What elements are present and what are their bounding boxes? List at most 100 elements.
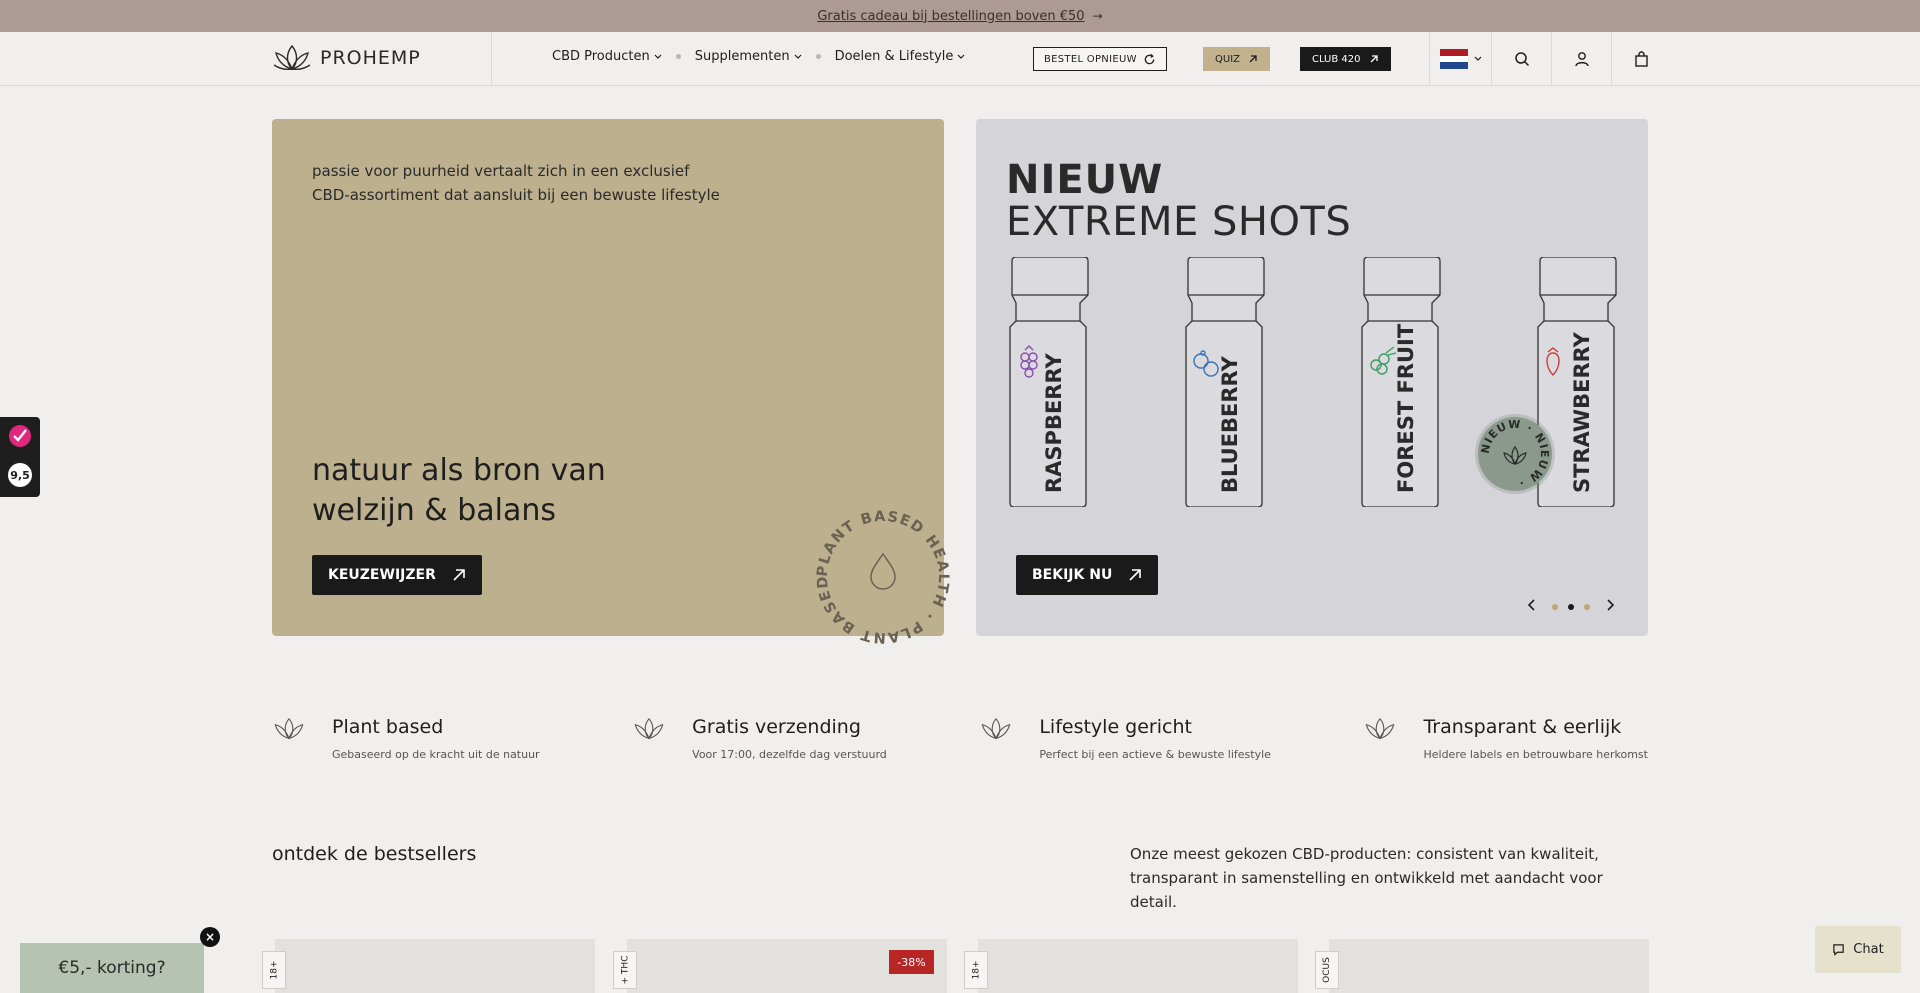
usp-plant-based: Plant based Gebaseerd op de kracht uit d… xyxy=(272,716,540,761)
bestsellers-description: Onze meest gekozen CBD-producten: consis… xyxy=(1130,845,1603,911)
focus-tag-label: OCUS xyxy=(1322,957,1333,983)
hero-banner-right: NIEUW EXTREME SHOTS RASPBERRY BLUEBERRY … xyxy=(976,119,1648,636)
logo-text: PROHEMP xyxy=(320,47,421,69)
discount-promo-button[interactable]: €5,- korting? xyxy=(20,943,204,993)
promo-title-new: NIEUW xyxy=(1006,157,1164,203)
club-label: CLUB 420 xyxy=(1312,53,1361,65)
arrow-up-right-icon xyxy=(1370,55,1378,63)
nav-separator xyxy=(815,54,821,59)
usp-title: Lifestyle gericht xyxy=(1039,716,1192,738)
arrow-up-right-icon xyxy=(1129,569,1142,581)
promo-title-product: EXTREME SHOTS xyxy=(1006,199,1352,245)
bottle-label-blueberry: BLUEBERRY xyxy=(1218,355,1242,493)
product-card[interactable] xyxy=(1329,939,1649,993)
usp-subtitle: Gebaseerd op de kracht uit de natuur xyxy=(332,748,540,761)
bekijk-nu-button[interactable]: BEKIJK NU xyxy=(1016,555,1159,595)
announcement-bar: Gratis cadeau bij bestellingen boven €50… xyxy=(0,0,1920,32)
chevron-right-icon[interactable] xyxy=(1600,599,1620,615)
reorder-label: BESTEL OPNIEUW xyxy=(1044,53,1137,65)
usp-transparant-eerlijk: Transparant & eerlijk Heldere labels en … xyxy=(1363,716,1648,761)
logo[interactable]: PROHEMP xyxy=(272,43,421,73)
usp-subtitle: Heldere labels en betrouwbare herkomst xyxy=(1423,748,1648,761)
age-tag: 18+ xyxy=(262,951,286,989)
chevron-down-icon xyxy=(654,54,662,59)
nav-label: CBD Producten xyxy=(552,49,650,64)
nav-item-cbd-producten[interactable]: CBD Producten xyxy=(552,49,662,64)
search-button[interactable] xyxy=(1491,32,1551,86)
thc-tag-label: + THC xyxy=(620,955,631,985)
lotus-icon xyxy=(1366,717,1395,740)
focus-tag: OCUS xyxy=(1315,951,1339,989)
site-header: PROHEMP CBD Producten Supplementen Doele… xyxy=(0,32,1920,86)
lotus-icon xyxy=(634,717,664,740)
usp-row: Plant based Gebaseerd op de kracht uit d… xyxy=(272,716,1648,761)
product-card[interactable] xyxy=(978,939,1298,993)
drop-icon xyxy=(870,552,896,590)
thc-tag: + THC xyxy=(613,951,637,989)
chat-bubble-icon xyxy=(1833,944,1845,956)
nav-item-supplementen[interactable]: Supplementen xyxy=(695,49,802,64)
review-check-icon xyxy=(9,425,31,447)
lotus-icon xyxy=(274,717,304,740)
bottle-label-forest-fruit: FOREST FRUIT xyxy=(1394,323,1418,493)
carousel-dot[interactable] xyxy=(1584,604,1590,610)
arrow-right-icon: → xyxy=(1092,9,1103,23)
age-tag-label: 18+ xyxy=(269,960,279,980)
language-selector[interactable] xyxy=(1429,32,1491,86)
nav-separator xyxy=(675,54,681,59)
usp-title: Gratis verzending xyxy=(692,716,861,738)
usp-subtitle: Perfect bij een actieve & bewuste lifest… xyxy=(1039,748,1271,761)
reorder-button[interactable]: BESTEL OPNIEUW xyxy=(1033,47,1167,71)
carousel-controls xyxy=(1522,599,1620,615)
review-widget[interactable]: 9,5 xyxy=(0,417,40,497)
bekijk-nu-label: BEKIJK NU xyxy=(1032,567,1113,583)
badge-text: PLANT BASED HEALTH · PLANT BASED HEALTH … xyxy=(810,504,950,645)
account-icon xyxy=(1574,52,1589,67)
quiz-label: QUIZ xyxy=(1215,53,1240,65)
svg-text:PLANT BASED HEALTH · PLANT BAS: PLANT BASED HEALTH · PLANT BASED HEALTH … xyxy=(810,504,951,645)
review-score: 9,5 xyxy=(8,463,32,487)
carousel-dot-active[interactable] xyxy=(1568,604,1574,610)
chevron-down-icon xyxy=(1474,56,1481,61)
extreme-shots-bottles: RASPBERRY BLUEBERRY FOREST FRUIT STRAWBE… xyxy=(1009,257,1617,507)
carousel-dot[interactable] xyxy=(1552,604,1558,610)
nav-label: Supplementen xyxy=(694,49,790,64)
chat-label: Chat xyxy=(1853,942,1884,957)
usp-gratis-verzending: Gratis verzending Voor 17:00, dezelfde d… xyxy=(632,716,887,761)
search-icon xyxy=(1514,52,1529,67)
club-420-button[interactable]: CLUB 420 xyxy=(1300,47,1391,71)
cart-button[interactable] xyxy=(1611,32,1671,86)
quiz-button[interactable]: QUIZ xyxy=(1203,47,1270,71)
bottle-label-raspberry: RASPBERRY xyxy=(1042,353,1066,493)
bestsellers-title: ontdek de bestsellers xyxy=(272,843,477,865)
keuzewijzer-button[interactable]: KEUZEWIJZER xyxy=(312,555,482,595)
usp-title: Plant based xyxy=(332,716,444,738)
nav-item-doelen-lifestyle[interactable]: Doelen & Lifestyle xyxy=(835,49,966,64)
lotus-leaf-icon xyxy=(273,44,311,71)
plant-based-health-badge: PLANT BASED HEALTH · PLANT BASED HEALTH … xyxy=(810,504,951,645)
age-tag: 18+ xyxy=(964,951,988,989)
flag-nl-icon xyxy=(1439,49,1468,70)
age-tag-label: 18+ xyxy=(971,960,981,980)
usp-subtitle: Voor 17:00, dezelfde dag verstuurd xyxy=(692,748,887,761)
hero-headline: natuur als bron van welzijn & balans xyxy=(312,453,606,528)
header-divider xyxy=(491,32,492,86)
chevron-down-icon xyxy=(957,54,965,59)
discount-badge: -38% xyxy=(889,950,934,974)
arrow-up-right-icon xyxy=(1249,55,1257,63)
chat-button[interactable]: Chat xyxy=(1815,926,1901,973)
announcement-link[interactable]: Gratis cadeau bij bestellingen boven €50 xyxy=(817,9,1084,24)
bag-icon xyxy=(1635,51,1648,67)
chevron-left-icon[interactable] xyxy=(1522,599,1542,615)
header-actions xyxy=(1429,32,1671,86)
bottle-label-strawberry: STRAWBERRY xyxy=(1570,331,1594,493)
product-card[interactable] xyxy=(275,939,595,993)
hero-banner-left: passie voor puurheid vertaalt zich in ee… xyxy=(272,119,950,645)
main-nav: CBD Producten Supplementen Doelen & Life… xyxy=(552,49,965,64)
hero-intro-text: passie voor puurheid vertaalt zich in ee… xyxy=(312,162,720,204)
usp-title: Transparant & eerlijk xyxy=(1423,716,1622,738)
close-icon[interactable]: × xyxy=(200,927,220,947)
lotus-icon xyxy=(981,717,1011,740)
account-button[interactable] xyxy=(1551,32,1611,86)
keuzewijzer-label: KEUZEWIJZER xyxy=(328,567,436,583)
